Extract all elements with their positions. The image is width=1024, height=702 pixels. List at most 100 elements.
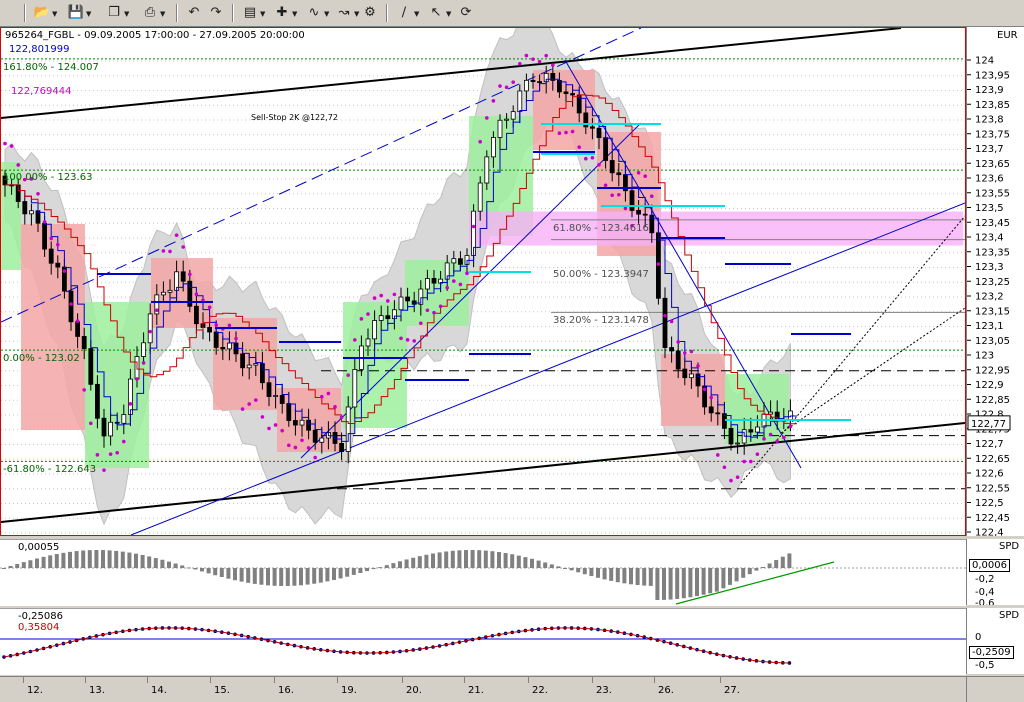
macd-bar <box>206 568 211 574</box>
psar-dot <box>584 156 588 161</box>
chevron-down-icon[interactable]: ▼ <box>446 10 451 18</box>
macd-bar <box>780 556 785 568</box>
chart-type-icon[interactable]: ▤ <box>240 3 260 23</box>
redo-icon[interactable]: ↷ <box>206 3 226 23</box>
psar-dot <box>749 459 753 464</box>
candle-body <box>28 210 34 215</box>
macd-bar <box>213 568 218 576</box>
candle-body <box>669 347 674 352</box>
line-tool-icon[interactable]: ∕ <box>394 3 414 23</box>
chevron-down-icon[interactable]: ▼ <box>354 10 359 18</box>
psar-dot <box>247 402 251 406</box>
undo-icon[interactable]: ↶ <box>184 3 204 23</box>
psar-dot <box>313 455 318 460</box>
macd-axis[interactable]: SPD 0,0006 -0,2 -0,4 -0,6 <box>966 539 1024 605</box>
oscillator-chart[interactable] <box>0 609 966 675</box>
psar-dot <box>102 468 106 472</box>
open-folder-icon[interactable]: 📂 <box>32 3 52 23</box>
indicator-icon[interactable]: ✚ <box>272 3 292 23</box>
price-tick-label: 123,15 <box>975 306 1010 317</box>
fib-0-label: 0.00% - 123.02 <box>3 353 80 364</box>
psar-dot <box>174 233 179 238</box>
macd-bar <box>523 557 528 568</box>
chevron-down-icon[interactable]: ▼ <box>324 10 329 18</box>
chevron-down-icon[interactable]: ▼ <box>124 10 129 18</box>
psar-dot <box>75 319 80 323</box>
macd-bar <box>358 568 363 574</box>
macd-bar <box>602 568 607 580</box>
price-chart[interactable] <box>1 28 965 535</box>
date-axis[interactable]: 12. 13. 14. 15. 16. 19. 20. 21. 22. 23. 26. 27. <box>0 676 966 702</box>
copy-icon[interactable]: ❐ <box>104 3 124 23</box>
psar-dot <box>735 475 740 480</box>
macd-bar <box>15 564 20 568</box>
psar-dot <box>511 80 515 84</box>
macd-bar <box>292 568 297 586</box>
macd-tick: -0,4 <box>975 587 995 598</box>
macd-histogram[interactable] <box>0 540 966 606</box>
drawing-icon[interactable]: ∿ <box>304 3 324 23</box>
psar-dot <box>148 329 152 334</box>
save-icon[interactable]: 💾 <box>66 3 86 23</box>
psar-dot <box>392 292 397 297</box>
psar-dot <box>729 478 733 483</box>
current-price-label: 122,77 <box>971 419 1006 430</box>
macd-bar <box>774 560 779 568</box>
macd-bar <box>404 559 409 568</box>
price-tick-label: 124 <box>975 56 994 67</box>
psar-dot <box>135 377 139 381</box>
macd-bar <box>391 563 396 568</box>
price-chart-panel[interactable]: 965264_FGBL - 09.09.2005 17:00:00 - 27.0… <box>0 27 966 536</box>
oscillator-panel[interactable]: -0,25086 0,35804 <box>0 608 966 675</box>
candle-body <box>372 320 378 340</box>
psar-dot <box>339 415 344 420</box>
osc-axis[interactable]: SPD 0 -0,2509 -0,5 <box>966 608 1024 674</box>
chevron-down-icon[interactable]: ▼ <box>260 10 265 18</box>
psar-dot <box>16 163 20 167</box>
macd-bar <box>167 561 171 568</box>
macd-bar <box>147 556 152 568</box>
psar-dot <box>260 415 265 419</box>
chevron-down-icon[interactable]: ▼ <box>86 10 91 18</box>
psar-dot <box>551 63 555 67</box>
price-tick-label: 122,85 <box>975 395 1010 406</box>
chevron-down-icon[interactable]: ▼ <box>160 10 165 18</box>
psar-dot <box>762 437 766 441</box>
psar-dot <box>663 313 667 318</box>
chevron-down-icon[interactable]: ▼ <box>292 10 297 18</box>
macd-bar <box>127 552 132 568</box>
candle-body <box>42 222 47 250</box>
macd-bar <box>41 556 46 568</box>
macd-bar <box>444 551 449 568</box>
psar-dot <box>95 453 100 457</box>
macd-bar <box>549 564 554 568</box>
price-tick-label: 123,9 <box>975 85 1004 96</box>
cursor-icon[interactable]: ↖ <box>426 3 446 23</box>
price-tick-label: 123,5 <box>975 203 1004 214</box>
candle-body <box>457 258 463 265</box>
settings-icon[interactable]: ⚙ <box>360 3 380 23</box>
psar-dot <box>82 388 86 392</box>
psar-dot <box>603 183 608 188</box>
candle-body <box>81 336 87 350</box>
chevron-down-icon[interactable]: ▼ <box>52 10 57 18</box>
trend-icon[interactable]: ↝ <box>334 3 354 23</box>
candle-body <box>484 156 490 184</box>
macd-bar <box>747 568 752 575</box>
candle-body <box>636 210 641 215</box>
osc-signal-line <box>3 627 790 664</box>
psar-dot <box>353 338 357 342</box>
price-axis[interactable]: 124 123,95 123,9 123,85 123,8 123,75 123,7 123,… <box>966 27 1024 536</box>
psar-dot <box>570 129 575 134</box>
macd-bar <box>233 568 237 581</box>
price-tick-label: 123,05 <box>975 336 1010 347</box>
chevron-down-icon[interactable]: ▼ <box>414 10 419 18</box>
psar-dot <box>531 57 535 61</box>
lasso-icon[interactable]: ⟳ <box>456 3 476 23</box>
price-tick-label: 122,55 <box>975 483 1010 494</box>
date-label: 26. <box>658 685 674 696</box>
candle-body <box>286 403 292 421</box>
macd-panel[interactable]: 0,00055 <box>0 539 966 606</box>
print-icon[interactable]: ⎙ <box>140 3 160 23</box>
psar-dot <box>9 144 14 148</box>
